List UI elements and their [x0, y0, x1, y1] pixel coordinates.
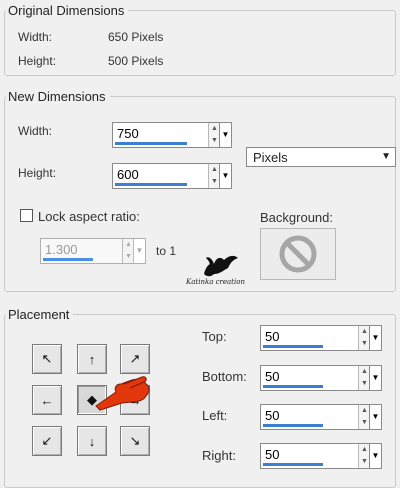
units-selected-value: Pixels: [253, 150, 288, 165]
arrow-down-icon[interactable]: ↓: [77, 426, 107, 456]
bottom-bar: [263, 385, 323, 388]
aspect-ratio-field: 1.300 ▲ ▼ ▼: [40, 238, 146, 264]
background-swatch[interactable]: [260, 228, 336, 280]
top-field[interactable]: 50 ▲ ▼ ▼: [260, 325, 382, 351]
new-height-dropdown[interactable]: ▼: [219, 164, 231, 188]
background-label: Background:: [260, 210, 333, 225]
bottom-label: Bottom:: [202, 369, 247, 384]
new-width-field[interactable]: 750 ▲ ▼ ▼: [112, 122, 232, 148]
new-width-bar: [115, 142, 187, 145]
aspect-ratio-dropdown: ▼: [133, 239, 145, 263]
left-dropdown[interactable]: ▼: [369, 405, 381, 429]
bird-silhouette-icon: [204, 255, 238, 277]
units-select[interactable]: Pixels ▼: [246, 147, 396, 167]
bottom-dropdown[interactable]: ▼: [369, 366, 381, 390]
watermark-logo: Katinka creation: [184, 254, 246, 292]
new-dimensions-title: New Dimensions: [6, 89, 110, 104]
new-height-label: Height:: [18, 166, 57, 180]
original-height-value: 500 Pixels: [108, 54, 164, 68]
lock-aspect-checkbox[interactable]: [20, 209, 33, 222]
right-field[interactable]: 50 ▲ ▼ ▼: [260, 443, 382, 469]
aspect-ratio-bar: [43, 258, 93, 261]
placement-title: Placement: [6, 307, 74, 322]
original-height-label: Height:: [18, 54, 57, 68]
aspect-ratio-suffix: to 1: [156, 244, 177, 258]
right-bar: [263, 463, 323, 466]
original-dimensions-group: Original Dimensions Width: 650 Pixels He…: [0, 0, 400, 78]
left-field[interactable]: 50 ▲ ▼ ▼: [260, 404, 382, 430]
bottom-value: 50: [265, 369, 280, 384]
arrow-up-icon[interactable]: ↑: [77, 344, 107, 374]
right-label: Right:: [202, 448, 236, 463]
new-width-label: Width:: [18, 124, 53, 138]
original-dimensions-frame: [4, 10, 396, 76]
right-dropdown[interactable]: ▼: [369, 444, 381, 468]
arrow-down-right-icon[interactable]: ↘: [120, 426, 150, 456]
top-dropdown[interactable]: ▼: [369, 326, 381, 350]
top-bar: [263, 345, 323, 348]
no-symbol-icon: [279, 235, 317, 273]
right-value: 50: [265, 447, 280, 462]
lock-aspect-label[interactable]: Lock aspect ratio:: [38, 209, 140, 224]
arrow-up-left-icon[interactable]: ↖: [32, 344, 62, 374]
new-height-value: 600: [117, 167, 139, 182]
arrow-left-icon[interactable]: ←: [32, 385, 62, 415]
left-bar: [263, 424, 323, 427]
aspect-ratio-value: 1.300: [45, 242, 78, 257]
original-width-value: 650 Pixels: [108, 30, 164, 44]
watermark-text: Katinka creation: [186, 278, 245, 286]
new-width-dropdown[interactable]: ▼: [219, 123, 231, 147]
bottom-field[interactable]: 50 ▲ ▼ ▼: [260, 365, 382, 391]
original-width-label: Width:: [18, 30, 53, 44]
original-dimensions-title: Original Dimensions: [6, 3, 129, 18]
pointing-hand-icon: [95, 376, 150, 411]
left-value: 50: [265, 408, 280, 423]
new-height-bar: [115, 183, 187, 186]
top-label: Top:: [202, 329, 227, 344]
new-height-field[interactable]: 600 ▲ ▼ ▼: [112, 163, 232, 189]
top-value: 50: [265, 329, 280, 344]
arrow-up-right-icon[interactable]: ↗: [120, 344, 150, 374]
chevron-down-icon: ▼: [381, 151, 391, 162]
arrow-down-left-icon[interactable]: ↙: [32, 426, 62, 456]
left-label: Left:: [202, 408, 228, 423]
new-width-value: 750: [117, 126, 139, 141]
